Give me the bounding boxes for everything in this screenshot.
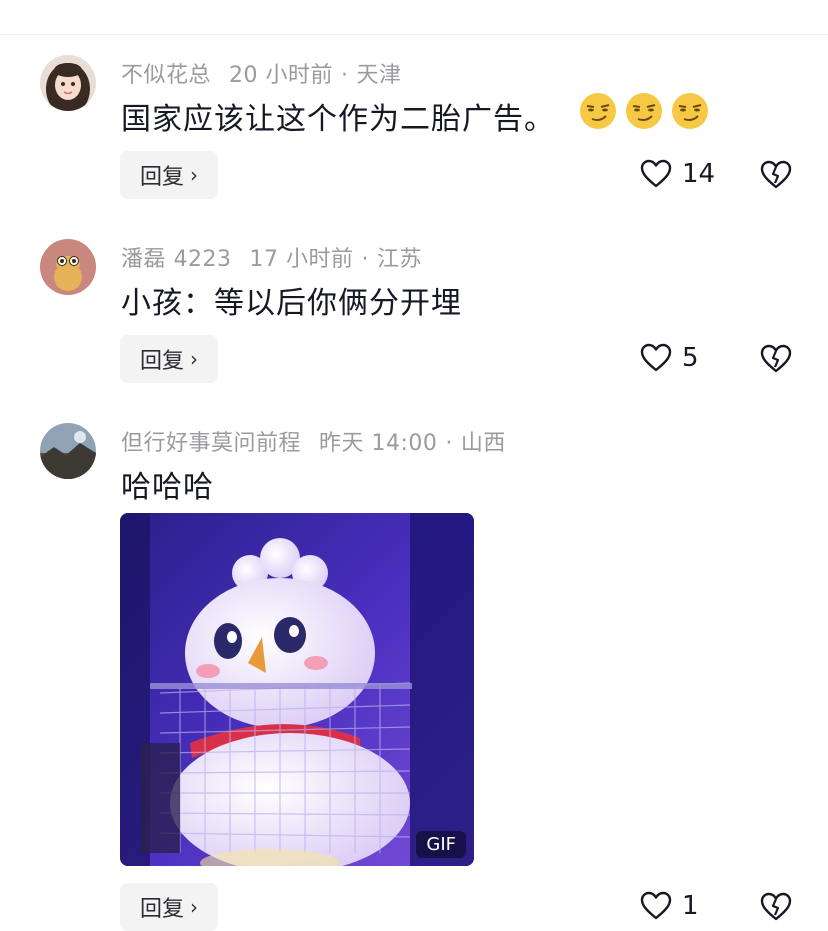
username[interactable]: 潘磊 4223: [121, 247, 231, 272]
comment-meta: 潘磊 4223 17 小时前 · 江苏: [121, 241, 422, 273]
username[interactable]: 不似花总: [121, 63, 211, 88]
reply-button[interactable]: 回复 ›: [120, 883, 218, 931]
top-divider: [0, 34, 828, 35]
broken-heart-icon[interactable]: [760, 159, 792, 191]
chevron-right-icon: ›: [190, 895, 198, 919]
comment-text: 小孩：等以后你俩分开埋: [121, 286, 462, 321]
broken-heart-icon[interactable]: [760, 343, 792, 375]
like-count: 14: [682, 159, 716, 189]
timestamp: 昨天 14:00: [319, 431, 438, 456]
like-button[interactable]: 14: [640, 159, 715, 189]
username[interactable]: 但行好事莫问前程: [121, 431, 301, 456]
broken-heart-icon[interactable]: [760, 891, 792, 923]
like-button[interactable]: 5: [640, 343, 699, 373]
comment-meta: 但行好事莫问前程 昨天 14:00 · 山西: [121, 425, 506, 457]
location: 天津: [356, 63, 402, 88]
gif-image[interactable]: GIF: [120, 513, 474, 866]
like-count: 1: [682, 891, 699, 921]
avatar[interactable]: [40, 239, 96, 295]
smirking-face-emoji: [626, 93, 662, 129]
comment-meta: 不似花总 20 小时前 · 天津: [121, 57, 402, 89]
timestamp: 17 小时前: [249, 247, 354, 272]
smirking-face-emoji: [580, 93, 616, 129]
reply-label: 回复: [139, 897, 184, 922]
like-button[interactable]: 1: [640, 891, 699, 921]
like-count: 5: [682, 343, 699, 373]
meta-separator: ·: [445, 431, 453, 456]
heart-outline-icon: [640, 159, 672, 188]
timestamp: 20 小时前: [229, 63, 334, 88]
reply-label: 回复: [139, 349, 184, 374]
reply-button[interactable]: 回复 ›: [120, 151, 218, 199]
meta-separator: ·: [341, 63, 349, 88]
comment-text: 哈哈哈: [121, 470, 214, 505]
meta-separator: ·: [361, 247, 369, 272]
chevron-right-icon: ›: [190, 347, 198, 371]
smirking-face-emoji: [672, 93, 708, 129]
heart-outline-icon: [640, 891, 672, 920]
reply-button[interactable]: 回复 ›: [120, 335, 218, 383]
comment-text: 国家应该让这个作为二胎广告。: [121, 102, 555, 137]
avatar[interactable]: [40, 55, 96, 111]
location: 山西: [460, 431, 506, 456]
avatar[interactable]: [40, 423, 96, 479]
gif-badge: GIF: [416, 831, 466, 858]
location: 江苏: [376, 247, 422, 272]
reply-label: 回复: [139, 165, 184, 190]
heart-outline-icon: [640, 343, 672, 372]
chevron-right-icon: ›: [190, 163, 198, 187]
